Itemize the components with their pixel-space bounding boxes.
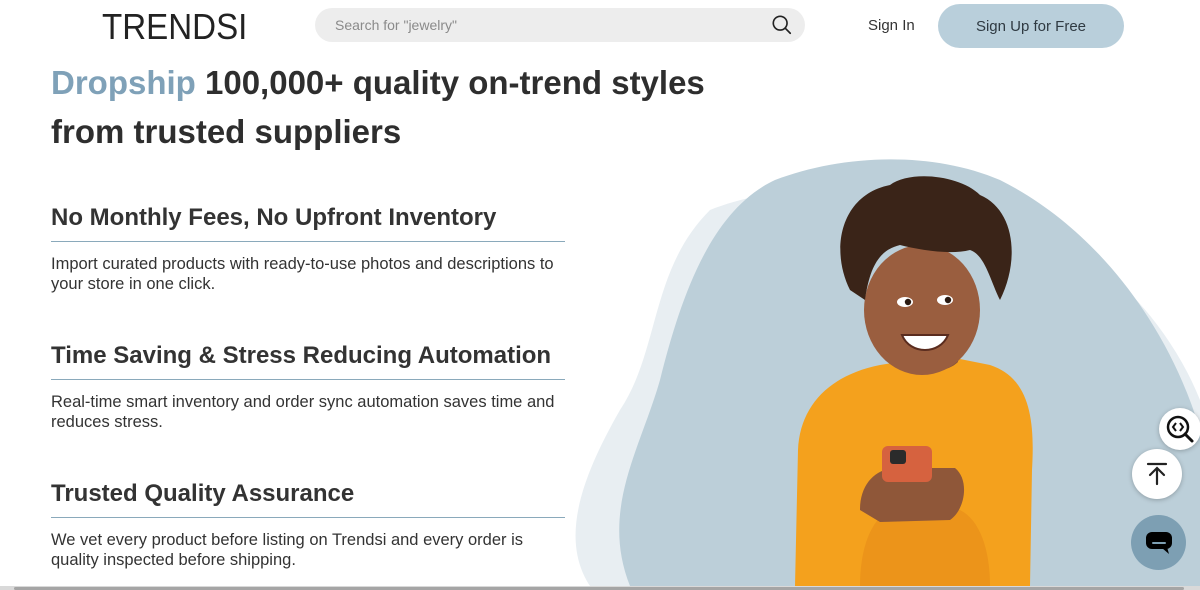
search-icon[interactable] bbox=[771, 14, 793, 36]
sign-in-link[interactable]: Sign In bbox=[868, 17, 915, 34]
hero-image bbox=[575, 159, 1200, 586]
feature-block: Time Saving & Stress Reducing Automation… bbox=[51, 342, 565, 432]
feature-block: Trusted Quality Assurance We vet every p… bbox=[51, 480, 565, 570]
feature-block: No Monthly Fees, No Upfront Inventory Im… bbox=[51, 204, 565, 294]
chat-icon bbox=[1145, 531, 1172, 554]
search-input[interactable] bbox=[335, 8, 755, 42]
chat-button[interactable] bbox=[1131, 515, 1186, 570]
phone bbox=[882, 446, 932, 482]
accessibility-zoom-icon bbox=[1166, 415, 1194, 443]
feature-title: Trusted Quality Assurance bbox=[51, 480, 565, 518]
sign-up-button[interactable]: Sign Up for Free bbox=[938, 4, 1124, 48]
feature-title: No Monthly Fees, No Upfront Inventory bbox=[51, 204, 565, 242]
feature-description: Real-time smart inventory and order sync… bbox=[51, 393, 555, 431]
search-bar[interactable] bbox=[315, 8, 805, 42]
logo[interactable]: TRENDSI bbox=[102, 6, 247, 48]
feature-description: We vet every product before listing on T… bbox=[51, 531, 524, 569]
accessibility-zoom-button[interactable] bbox=[1159, 408, 1200, 450]
headline-accent: Dropship bbox=[51, 64, 196, 101]
page-headline: Dropship 100,000+ quality on-trend style… bbox=[51, 58, 751, 156]
feature-description: Import curated products with ready-to-us… bbox=[51, 255, 554, 293]
scroll-to-top-button[interactable] bbox=[1132, 449, 1182, 499]
feature-title: Time Saving & Stress Reducing Automation bbox=[51, 342, 565, 380]
scroll-to-top-icon bbox=[1146, 462, 1168, 486]
